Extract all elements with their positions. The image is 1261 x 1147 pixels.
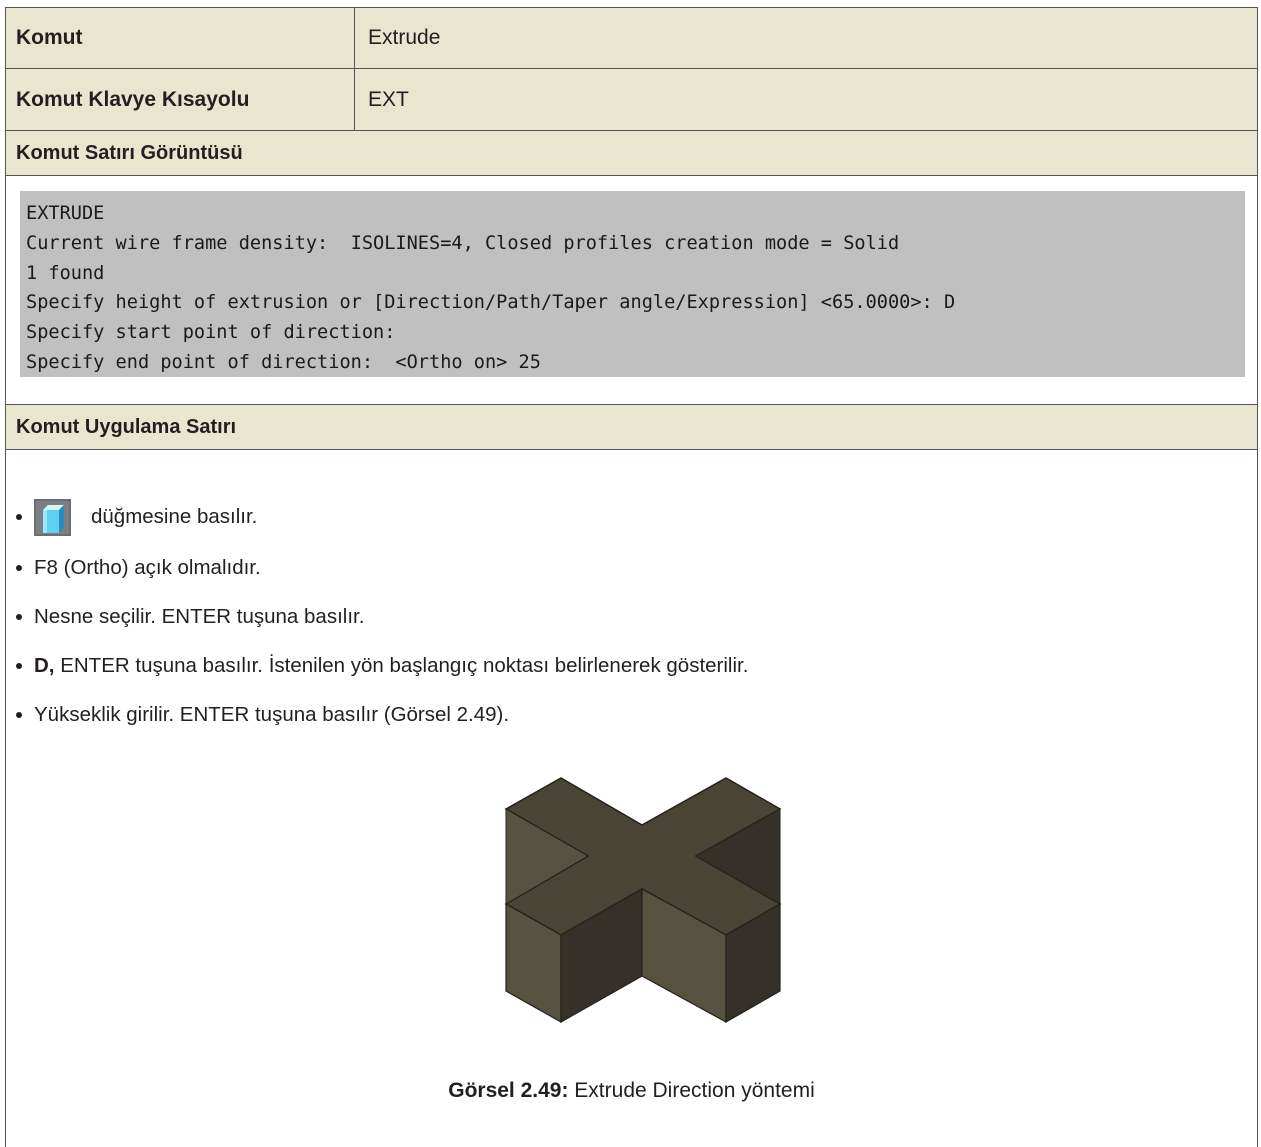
bullet [16, 514, 22, 520]
command-line-4: Specify height of extrusion or [Directio… [26, 292, 956, 314]
bullet [16, 565, 22, 571]
step-item-5: Yükseklik girilir. ENTER tuşuna basılır … [16, 695, 509, 735]
step-text: Yükseklik girilir. ENTER tuşuna basılır … [34, 703, 510, 726]
row-application-header: Komut Uygulama Satırı [6, 405, 1257, 450]
row-command: Komut Extrude [6, 8, 1257, 69]
extruded-cross-image [504, 777, 782, 1024]
command-line-5: Specify start point of direction: [26, 322, 396, 344]
command-line-3: 1 found [26, 262, 105, 284]
command-table: Komut Extrude Komut Klavye Kısayolu EXT … [5, 7, 1258, 1147]
step-key: D, [34, 654, 55, 677]
shortcut-label: Komut Klavye Kısayolu [6, 69, 355, 130]
command-line-box: EXTRUDE Current wire frame density: ISOL… [20, 191, 1245, 377]
bullet [16, 663, 22, 669]
shortcut-value: EXT [368, 87, 409, 111]
bullet [16, 712, 22, 718]
step-item-1: düğmesine basılır. [16, 497, 257, 537]
row-command-line-header: Komut Satırı Görüntüsü [6, 131, 1257, 176]
figure-caption: Görsel 2.49: Extrude Direction yöntemi [6, 1079, 1257, 1103]
command-value: Extrude [368, 26, 441, 49]
step-text: F8 (Ortho) açık olmalıdır. [34, 556, 261, 579]
command-line-1: EXTRUDE [26, 203, 105, 224]
step-text: Nesne seçilir. ENTER tuşuna basılır. [34, 605, 365, 628]
step-item-3: Nesne seçilir. ENTER tuşuna basılır. [16, 597, 364, 637]
command-line-2: Current wire frame density: ISOLINES=4, … [26, 232, 900, 254]
caption-number: Görsel 2.49: [448, 1079, 569, 1102]
step-item-4: D, ENTER tuşuna basılır. İstenilen yön b… [16, 646, 748, 686]
step-text: ENTER tuşuna basılır. İstenilen yön başl… [54, 654, 749, 677]
step-text: düğmesine basılır. [91, 505, 258, 528]
command-line-header: Komut Satırı Görüntüsü [16, 141, 243, 164]
command-label: Komut [6, 8, 355, 68]
caption-text: Extrude Direction yöntemi [568, 1079, 815, 1102]
row-application: düğmesine basılır. F8 (Ortho) açık olmal… [6, 450, 1257, 1147]
command-line-6: Specify end point of direction: <Ortho o… [26, 351, 541, 373]
extrude-button-icon[interactable] [34, 498, 71, 536]
row-command-line: EXTRUDE Current wire frame density: ISOL… [6, 176, 1257, 405]
application-header: Komut Uygulama Satırı [16, 415, 237, 438]
row-shortcut: Komut Klavye Kısayolu EXT [6, 69, 1257, 131]
step-item-2: F8 (Ortho) açık olmalıdır. [16, 548, 261, 588]
bullet [16, 614, 22, 620]
